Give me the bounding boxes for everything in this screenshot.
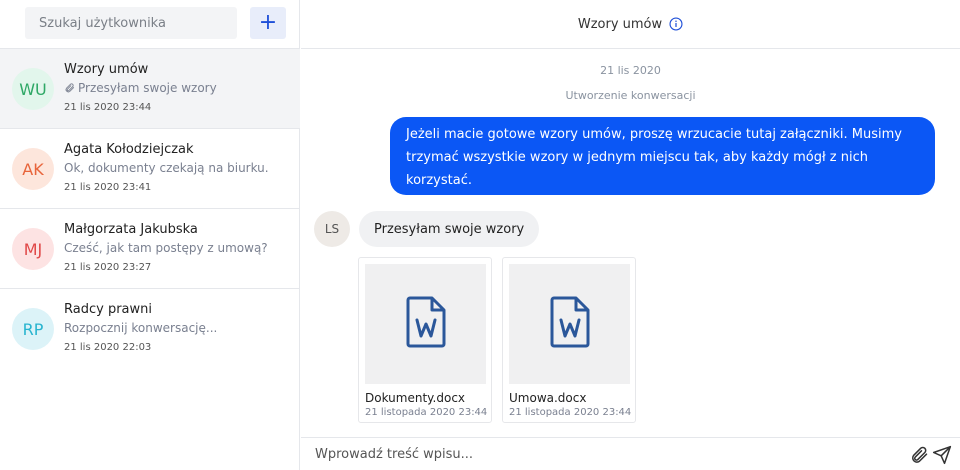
conversation-time: 21 lis 2020 23:27 (64, 262, 152, 273)
conversation-preview: Ok, dokumenty czekają na biurku. (64, 161, 269, 175)
attachment-thumbnail (365, 264, 486, 384)
conversation-preview-text: Przesyłam swoje wzory (78, 81, 217, 95)
send-icon[interactable] (932, 445, 952, 465)
conversation-preview: Rozpocznij konwersację... (64, 321, 218, 335)
attachment-card[interactable]: Dokumenty.docx 21 listopada 2020 23:44 (358, 257, 492, 423)
conversation-item-radcy-prawni[interactable]: RP Radcy prawni Rozpocznij konwersację..… (0, 289, 300, 369)
sender-avatar: LS (314, 211, 350, 247)
attachment-card[interactable]: Umowa.docx 21 listopada 2020 23:44 (502, 257, 636, 423)
add-conversation-button[interactable]: + (250, 7, 286, 39)
conversation-item-agata-kolodziejczak[interactable]: AK Agata Kołodziejczak Ok, dokumenty cze… (0, 129, 300, 209)
chat-title: Wzory umów (577, 16, 663, 32)
conversation-preview: Cześć, jak tam postępy z umową? (64, 241, 268, 255)
chat-panel: Wzory umów 21 lis 2020 Utworzenie konwer… (301, 0, 960, 470)
message-composer (301, 437, 960, 470)
conversation-time: 21 lis 2020 23:41 (64, 182, 152, 193)
conversation-name: Radcy prawni (64, 302, 152, 317)
paperclip-icon[interactable] (909, 445, 929, 465)
avatar: RP (12, 308, 54, 350)
attachment-name: Dokumenty.docx (365, 391, 466, 405)
avatar: MJ (12, 228, 54, 270)
info-icon[interactable] (669, 17, 683, 31)
conversation-list: WU Wzory umów Przesyłam swoje wzory 21 l… (0, 49, 300, 369)
conversation-item-wzory-umow[interactable]: WU Wzory umów Przesyłam swoje wzory 21 l… (0, 49, 300, 129)
conversation-preview: Przesyłam swoje wzory (64, 81, 217, 97)
conversation-item-malgorzata-jakubska[interactable]: MJ Małgorzata Jakubska Cześć, jak tam po… (0, 209, 300, 289)
conversation-name: Agata Kołodziejczak (64, 142, 194, 157)
conversation-time: 21 lis 2020 22:03 (64, 342, 152, 353)
system-event-label: Utworzenie konwersacji (565, 89, 696, 102)
avatar: AK (12, 148, 54, 190)
word-document-icon (406, 296, 446, 352)
user-search-input[interactable] (25, 7, 237, 39)
avatar: WU (12, 68, 54, 110)
paperclip-icon (64, 82, 75, 97)
attachment-date: 21 listopada 2020 23:44 (509, 407, 632, 418)
incoming-message-bubble: Przesyłam swoje wzory (359, 211, 540, 247)
sidebar: + WU Wzory umów Przesyłam swoje wzory 21… (0, 0, 300, 470)
attachment-name: Umowa.docx (509, 391, 587, 405)
chat-header: Wzory umów (301, 0, 960, 49)
outgoing-message-bubble: Jeżeli macie gotowe wzory umów, proszę w… (390, 117, 935, 195)
attachment-date: 21 listopada 2020 23:44 (365, 407, 488, 418)
plus-icon: + (258, 10, 278, 35)
attachment-thumbnail (509, 264, 630, 384)
conversation-name: Wzory umów (64, 62, 149, 77)
word-document-icon (550, 296, 590, 352)
conversation-time: 21 lis 2020 23:44 (64, 102, 152, 113)
date-divider: 21 lis 2020 (600, 64, 661, 77)
user-search-box[interactable] (25, 7, 237, 39)
message-input[interactable] (301, 438, 901, 470)
conversation-name: Małgorzata Jakubska (64, 222, 198, 237)
